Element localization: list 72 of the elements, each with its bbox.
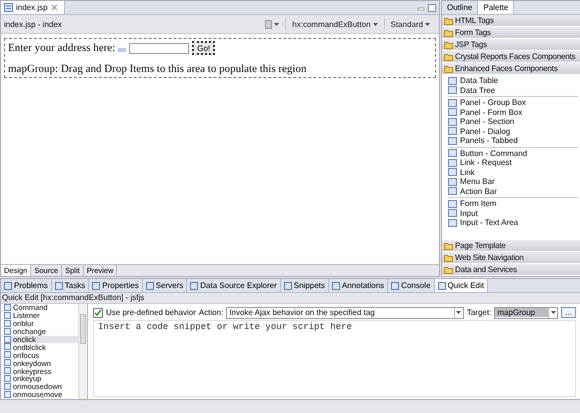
caret-icon (372, 22, 378, 26)
palette-drawer[interactable]: Data and Services (442, 264, 580, 276)
view-tab[interactable]: Problems (1, 279, 52, 292)
view-icon (190, 282, 198, 290)
action-label: Action: (198, 308, 224, 317)
view-icon (438, 282, 446, 290)
editor-title: index.jsp - index (4, 20, 62, 28)
mode-dropdown[interactable]: Standard (384, 20, 436, 28)
palette-item[interactable]: Menu Bar (448, 177, 580, 186)
view-tab[interactable]: Snippets (280, 279, 329, 292)
palette-item[interactable]: Form Item (448, 199, 580, 208)
caret-icon (550, 311, 556, 314)
caret-icon (425, 22, 430, 26)
checkbox-label: Use pre-defined behavior (106, 308, 196, 317)
view-tab[interactable]: Tasks (52, 279, 90, 292)
region-hint: mapGroup: Drag and Drop Items to this area to populate this region (8, 63, 308, 75)
caret-icon (274, 22, 280, 26)
maximize-icon[interactable] (428, 4, 436, 12)
palette-item[interactable]: Button - Command (448, 148, 580, 158)
palette-drawer[interactable]: Enhanced Faces Components (442, 63, 580, 75)
palette-item[interactable]: Panels - Tabbed (448, 136, 580, 146)
view-tab[interactable]: Quick Edit (434, 279, 488, 292)
caret-icon (456, 311, 462, 314)
view-icon (54, 282, 63, 290)
address-label: Enter your address here: (8, 42, 116, 54)
view-tab[interactable]: Servers (142, 279, 188, 292)
view-icon (284, 282, 292, 290)
panel-title: Quick Edit [hx:commandExButton] - jsfjs (1, 293, 580, 304)
view-icon (146, 282, 154, 290)
view-icon (391, 282, 400, 290)
scrollbar[interactable] (78, 304, 87, 399)
page-icon (4, 3, 13, 12)
view-tab[interactable]: Properties (89, 279, 143, 292)
palette-item[interactable]: Data Table (448, 76, 580, 86)
view-icon (4, 282, 12, 290)
palette-item[interactable]: Panel - Group Box (448, 98, 580, 108)
palette-item[interactable]: Panel - Form Box (448, 108, 580, 117)
code-editor[interactable]: Insert a code snippet or write your script here (93, 320, 576, 397)
checkbox[interactable] (93, 308, 103, 318)
palette-drawer[interactable]: JSP Tags (442, 39, 580, 51)
palette-item[interactable]: Link (448, 168, 580, 177)
component-dropdown[interactable]: hx:commandExButton (286, 20, 384, 28)
palette-item[interactable]: Link - Request (448, 158, 580, 168)
target-dropdown[interactable]: mapGroup (494, 306, 558, 318)
view-tab[interactable]: Console (388, 279, 435, 292)
form-region[interactable]: Enter your address here: Go! mapGroup: Drag and Drop Items to this area to populate this region (4, 38, 436, 78)
go-button[interactable]: Go! (192, 41, 216, 55)
address-field[interactable] (129, 42, 190, 54)
action-dropdown[interactable]: Invoke Ajax behavior on the specified tag (226, 306, 464, 318)
palette-drawer[interactable]: Form Tags (442, 27, 580, 39)
target-label: Target: (466, 308, 492, 317)
text-marker-icon (118, 48, 126, 52)
palette-drawer[interactable]: Web Site Navigation (442, 252, 580, 264)
palette-item[interactable]: Panel - Dialog (448, 126, 580, 136)
view-tab[interactable]: Annotations (328, 279, 388, 292)
palette-drawer[interactable]: Crystal Reports Faces Components (442, 51, 580, 63)
editor-tab[interactable]: index.jsp (1, 1, 65, 14)
device-icon (265, 20, 272, 28)
view-icon (332, 282, 340, 290)
palette-item[interactable]: Panel - Section (448, 117, 580, 126)
close-icon[interactable] (50, 4, 58, 11)
browse-button[interactable]: ... (561, 307, 576, 318)
view-icon (92, 282, 100, 290)
palette-item[interactable]: Input (448, 208, 580, 218)
palette-drawer[interactable]: Page Template (442, 240, 580, 252)
check-icon (94, 308, 102, 316)
palette-item[interactable]: Data Tree (448, 86, 580, 95)
palette-item[interactable]: Action Bar (448, 186, 580, 196)
palette-drawer[interactable]: HTML Tags (442, 15, 580, 27)
view-tab[interactable]: Palette (478, 1, 514, 14)
view-tab[interactable]: Data Source Explorer (187, 279, 281, 292)
palette-item[interactable]: Input - Text Area (448, 218, 580, 228)
